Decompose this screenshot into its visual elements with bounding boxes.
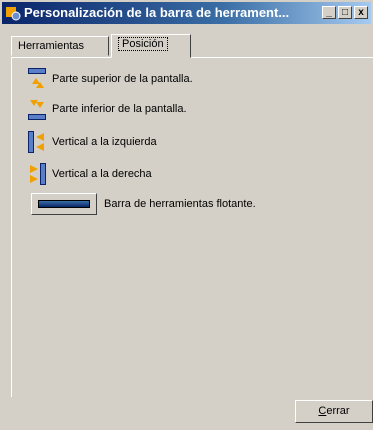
option-label: Vertical a la izquierda (52, 136, 157, 148)
tab-posicion[interactable]: Posición (111, 34, 191, 58)
close-label-rest: errar (326, 405, 350, 417)
tab-label: Posición (118, 37, 168, 51)
tab-strip: Herramientas Posición (11, 34, 371, 58)
floating-toolbar-label: Barra de herramientas flotante. (104, 198, 256, 210)
option-top[interactable]: Parte superior de la pantalla. (28, 68, 193, 90)
option-label: Vertical a la derecha (52, 168, 152, 180)
tab-panel: Parte superior de la pantalla. Parte inf… (11, 57, 373, 397)
window-title: Personalización de la barra de herrament… (24, 5, 290, 20)
option-label: Parte inferior de la pantalla. (52, 103, 187, 115)
close-window-button[interactable]: x (354, 6, 368, 19)
title-bar[interactable]: Personalización de la barra de herrament… (2, 2, 371, 24)
option-left[interactable]: Vertical a la izquierda (28, 131, 157, 153)
dock-left-icon (28, 131, 44, 153)
dialog-window: Personalización de la barra de herrament… (0, 0, 373, 430)
tab-label: Herramientas (18, 40, 85, 52)
app-icon (6, 7, 21, 21)
dock-bottom-icon (28, 100, 46, 120)
floating-toolbar-button[interactable] (31, 193, 97, 215)
tab-herramientas[interactable]: Herramientas (11, 36, 109, 56)
dock-right-icon (30, 163, 46, 185)
option-label: Parte superior de la pantalla. (52, 73, 193, 85)
close-button[interactable]: Cerrar (295, 400, 373, 423)
option-right[interactable]: Vertical a la derecha (28, 163, 152, 185)
dock-top-icon (28, 68, 46, 88)
maximize-button[interactable]: □ (338, 6, 352, 19)
floating-toolbar-icon (38, 200, 90, 208)
option-bottom[interactable]: Parte inferior de la pantalla. (28, 98, 187, 120)
minimize-button[interactable]: _ (322, 6, 336, 19)
